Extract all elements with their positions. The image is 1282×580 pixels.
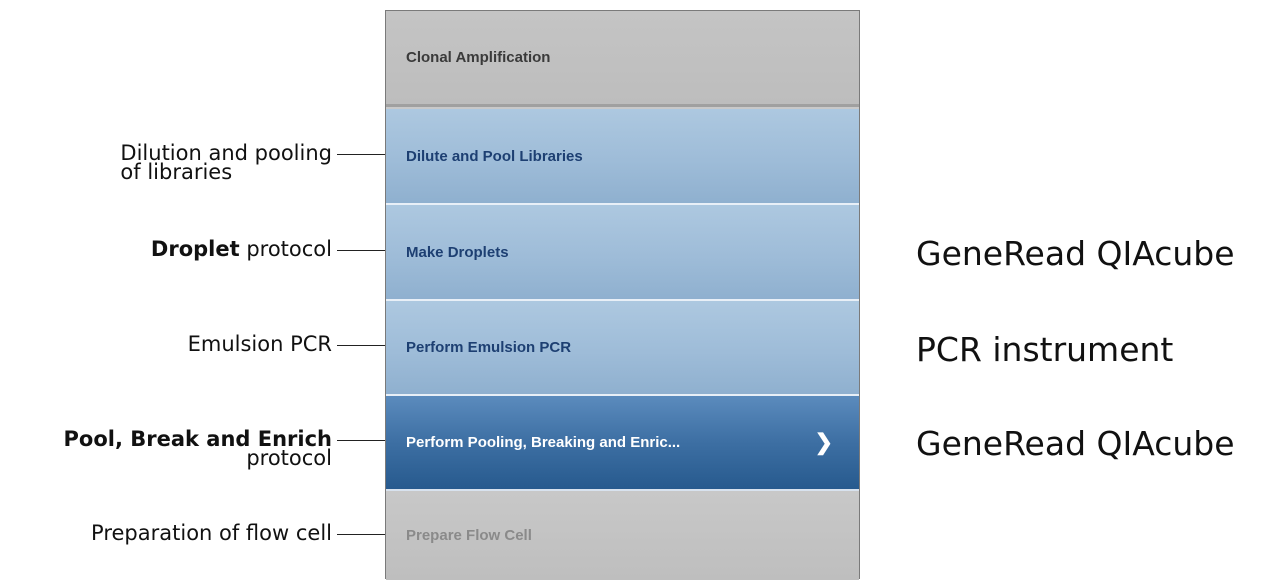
annotation-pool: Pool, Break and Enrich protocol [64,429,333,470]
step-dilute-and-pool[interactable]: Dilute and Pool Libraries [386,109,859,205]
instrument-label-droplets: GeneRead QIAcube [916,234,1235,273]
workflow-panel: Clonal Amplification Dilute and Pool Lib… [385,10,860,580]
annotation-emulsion: Emulsion PCR [187,332,332,356]
step-label: Perform Pooling, Breaking and Enric... [406,434,681,451]
step-label: Make Droplets [406,243,509,261]
step-label: Dilute and Pool Libraries [406,147,583,165]
annotation-droplet: Droplet protocol [150,237,332,261]
annotation-line: protocol [246,446,332,470]
chevron-right-icon: ❯ [814,428,833,454]
leader-line [337,440,385,441]
leader-line [337,534,385,535]
leader-line [337,250,385,251]
annotation-bold: Droplet [150,237,240,261]
step-make-droplets[interactable]: Make Droplets [386,205,859,301]
step-prepare-flow-cell: Prepare Flow Cell [386,491,859,580]
step-label: Perform Emulsion PCR [406,339,572,356]
instrument-label-emulsion: PCR instrument [916,330,1174,369]
annotation-text: Emulsion PCR [187,332,332,356]
instrument-label-pooling: GeneRead QIAcube [916,424,1235,463]
annotation-text: protocol [239,237,332,261]
leader-line [337,345,385,346]
step-perform-pooling-breaking-enrichment[interactable]: Perform Pooling, Breaking and Enric... ❯ [386,396,859,491]
annotation-text: Preparation of flow cell [91,521,332,545]
annotation-line: of libraries [120,160,233,184]
step-perform-emulsion-pcr[interactable]: Perform Emulsion PCR [386,301,859,396]
workflow-header: Clonal Amplification [386,11,859,107]
leader-line [337,154,385,155]
annotation-flow-cell: Preparation of flow cell [91,521,332,545]
annotation-dilution: Dilution and pooling of libraries [120,143,332,184]
step-label: Prepare Flow Cell [406,527,532,544]
